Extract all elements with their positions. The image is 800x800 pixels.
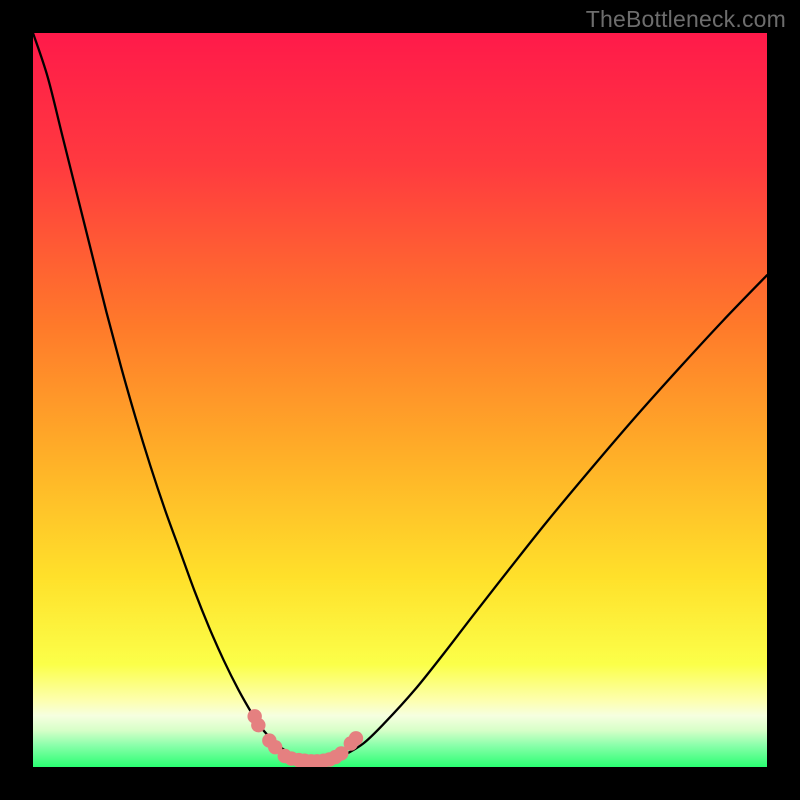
marker-point	[251, 718, 265, 732]
watermark-text: TheBottleneck.com	[586, 6, 786, 33]
chart-plot	[33, 33, 767, 767]
chart-frame: TheBottleneck.com	[0, 0, 800, 800]
gradient-background	[33, 33, 767, 767]
marker-point	[349, 731, 363, 745]
